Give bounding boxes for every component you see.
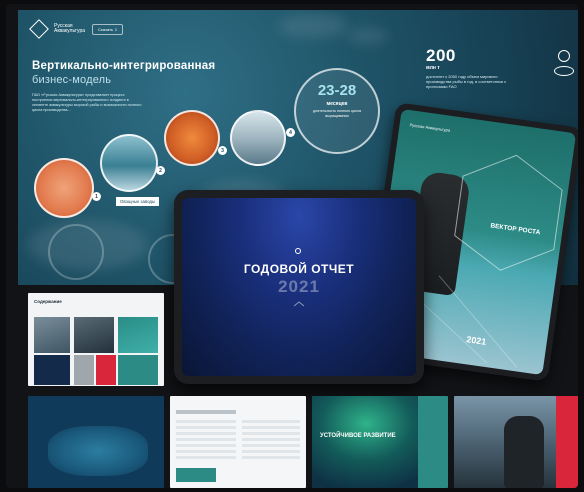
step-number-3: 3 — [218, 146, 227, 155]
production-stat: 200 млн т достигнет к 2050 году объем ми… — [426, 46, 522, 89]
step-number-1: 1 — [92, 192, 101, 201]
page-thumbnail-sustainability[interactable]: УСТОЙЧИВОЕ РАЗВИТИЕ — [312, 396, 448, 488]
thumb-heading: Содержание — [34, 299, 62, 304]
logo-text: Русская Аквакультура — [54, 23, 86, 34]
company-logo-icon — [29, 19, 49, 39]
step-image-3[interactable] — [164, 110, 220, 166]
presentation-frame: Русская Аквакультура Скачать ⇩ Вертикаль… — [6, 4, 578, 488]
location-pin-icon — [558, 50, 570, 62]
cycle-value: 23-28 — [317, 82, 357, 99]
cycle-description: длительность полного цикла выращивания — [313, 109, 361, 118]
hero-subtitle: бизнес-модель — [32, 74, 112, 86]
page-thumbnail-contents[interactable]: Содержание — [28, 293, 164, 386]
step-image-4[interactable] — [230, 110, 286, 166]
step-ring — [48, 224, 104, 280]
step-label: Овощные заводы — [116, 197, 160, 206]
cycle-duration-badge: 23-28 месяцев длительность полного цикла… — [294, 68, 380, 154]
annual-report-cover[interactable]: ГОДОВОЙ ОТЧЕТ 2021 — [182, 198, 416, 376]
globe-icon — [554, 66, 574, 76]
step-image-2[interactable] — [100, 134, 158, 192]
cycle-unit: месяцев — [326, 101, 348, 107]
page-thumbnail-map[interactable] — [28, 396, 164, 488]
stat-value: 200 — [426, 46, 456, 65]
thumb-title: УСТОЙЧИВОЕ РАЗВИТИЕ — [320, 433, 396, 439]
scroll-chevron-icon — [293, 301, 305, 307]
step-image-1[interactable] — [34, 158, 94, 218]
tablet-front: ГОДОВОЙ ОТЧЕТ 2021 — [174, 190, 424, 384]
page-thumbnail-team[interactable] — [454, 396, 578, 488]
header-bar: Русская Аквакультура Скачать ⇩ — [29, 19, 124, 39]
hero-description: ПАО «Русская Аквакультура» представляет … — [32, 93, 142, 112]
step-number-4: 4 — [286, 128, 295, 137]
stat-description: достигнет к 2050 году объем мирового про… — [426, 74, 507, 89]
download-button[interactable]: Скачать ⇩ — [92, 23, 124, 35]
step-number-2: 2 — [156, 166, 165, 175]
page-thumbnail-tables[interactable] — [170, 396, 306, 488]
hero-title: Вертикально-интегрированная — [32, 60, 216, 72]
